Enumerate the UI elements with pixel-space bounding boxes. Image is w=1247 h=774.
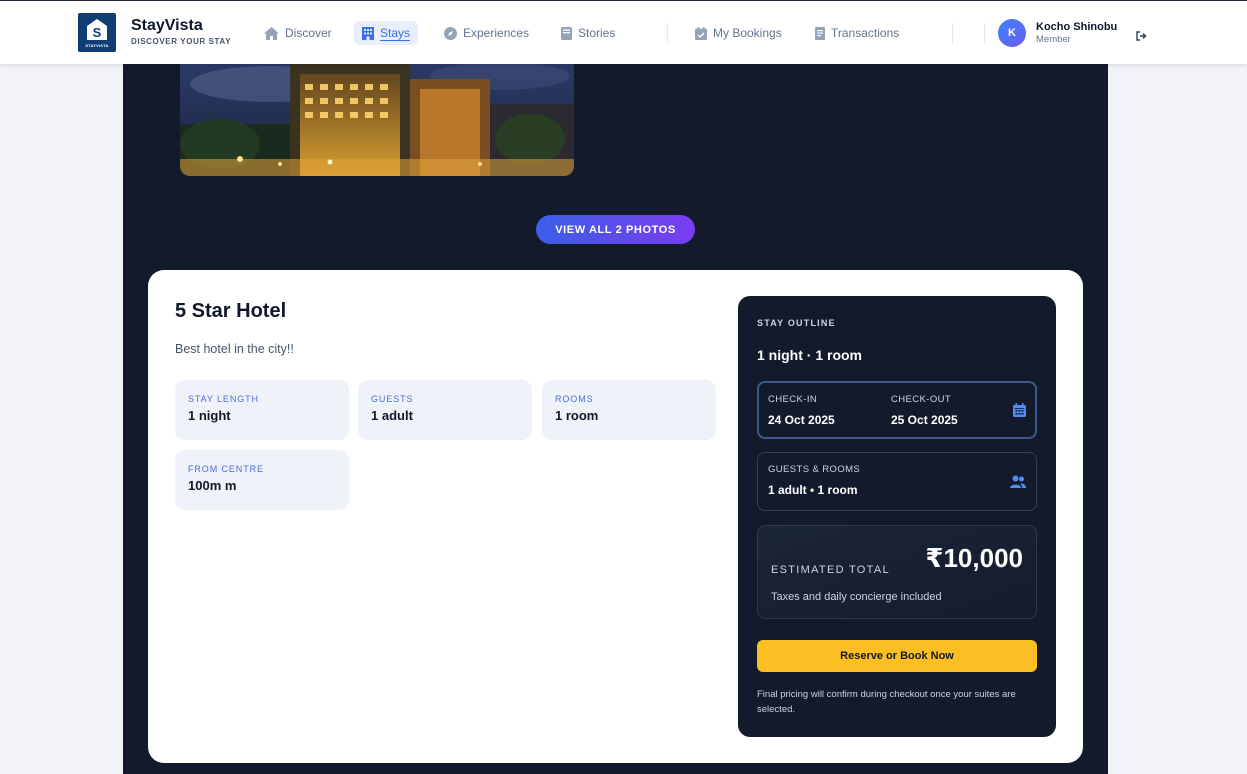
guests-rooms-selector[interactable] xyxy=(757,452,1037,511)
checkin-label: CHECK-IN xyxy=(768,394,818,405)
house-shield-icon: S xyxy=(87,18,107,40)
guests-rooms-value: 1 adult • 1 room xyxy=(768,483,858,497)
checkout-value: 25 Oct 2025 xyxy=(891,413,958,427)
estimated-total-label: ESTIMATED TOTAL xyxy=(771,564,890,576)
checkout-label: CHECK-OUT xyxy=(891,394,952,405)
nav-stays[interactable]: Stays xyxy=(354,21,419,45)
total-note: Taxes and daily concierge included xyxy=(771,591,942,603)
view-all-photos-button[interactable]: VIEW ALL 2 PHOTOS xyxy=(536,215,695,244)
stay-summary: 1 night · 1 room xyxy=(757,347,862,363)
nav-label: Discover xyxy=(285,26,332,40)
avatar[interactable]: K xyxy=(998,19,1026,47)
fact-tile-stay-length: STAY LENGTH 1 night xyxy=(175,380,349,440)
nav-label: My Bookings xyxy=(713,26,782,40)
logout-icon xyxy=(1136,31,1147,41)
home-icon xyxy=(264,26,279,40)
fact-label: FROM CENTRE xyxy=(188,464,264,474)
nav-discover[interactable]: Discover xyxy=(256,21,340,45)
logo-text: STAYVISTA xyxy=(85,42,109,48)
estimated-total-value: ₹10,000 xyxy=(925,543,1023,573)
building-icon xyxy=(362,26,374,40)
fact-value: 1 room xyxy=(555,408,599,423)
nav-divider xyxy=(952,23,953,43)
fact-value: 100m m xyxy=(188,478,237,493)
brand-name: StayVista xyxy=(131,17,203,34)
fact-value: 1 adult xyxy=(371,408,413,423)
hotel-night-image xyxy=(180,64,574,176)
receipt-icon xyxy=(815,26,825,40)
logout-button[interactable] xyxy=(1136,28,1147,46)
compass-icon xyxy=(444,26,457,40)
fact-value: 1 night xyxy=(188,408,231,423)
checkin-value: 24 Oct 2025 xyxy=(768,413,835,427)
book-icon xyxy=(561,26,572,40)
nav-label: Transactions xyxy=(831,26,900,40)
brand-tagline: DISCOVER YOUR STAY xyxy=(131,37,232,46)
nav-my-bookings[interactable]: My Bookings xyxy=(687,21,790,45)
nav-label: Stories xyxy=(578,26,616,40)
top-navbar: S STAYVISTA StayVista DISCOVER YOUR STAY… xyxy=(0,0,1247,64)
nav-divider xyxy=(667,23,668,43)
hotel-photo[interactable] xyxy=(180,64,574,176)
brand[interactable]: StayVista DISCOVER YOUR STAY xyxy=(131,17,231,46)
nav-divider xyxy=(984,23,985,43)
hotel-description: Best hotel in the city!! xyxy=(175,342,294,356)
fact-tile-guests: GUESTS 1 adult xyxy=(358,380,532,440)
date-picker[interactable] xyxy=(757,381,1037,439)
nav-label: Experiences xyxy=(463,26,530,40)
svg-text:S: S xyxy=(93,25,102,40)
calendar-icon[interactable] xyxy=(1013,403,1026,417)
user-name: Kocho Shinobu xyxy=(1036,21,1118,33)
fact-label: STAY LENGTH xyxy=(188,394,259,404)
user-role: Member xyxy=(1036,34,1071,45)
pricing-disclaimer: Final pricing will confirm during checko… xyxy=(757,689,1016,715)
nav-transactions[interactable]: Transactions xyxy=(807,21,907,45)
nav-stories[interactable]: Stories xyxy=(553,21,623,45)
fact-tile-rooms: ROOMS 1 room xyxy=(542,380,716,440)
calendar-check-icon xyxy=(695,26,707,40)
fact-label: ROOMS xyxy=(555,394,594,404)
reserve-book-button[interactable]: Reserve or Book Now xyxy=(757,640,1037,672)
fact-tile-from-centre: FROM CENTRE 100m m xyxy=(175,450,349,510)
nav-label: Stays xyxy=(380,25,411,41)
users-icon xyxy=(1010,475,1026,488)
nav-experiences[interactable]: Experiences xyxy=(436,21,537,45)
stay-outline-label: STAY OUTLINE xyxy=(757,318,836,328)
fact-label: GUESTS xyxy=(371,394,414,404)
guests-rooms-label: GUESTS & ROOMS xyxy=(768,464,861,475)
hotel-title: 5 Star Hotel xyxy=(175,300,287,322)
brand-logo[interactable]: S STAYVISTA xyxy=(78,13,116,52)
